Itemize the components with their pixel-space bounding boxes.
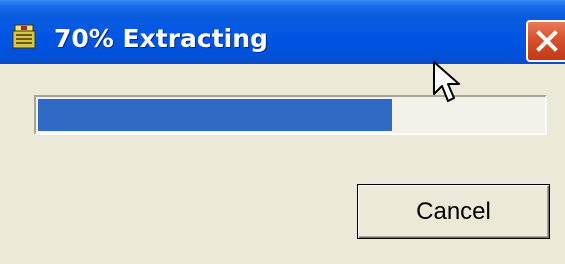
archive-extract-icon [12, 24, 36, 50]
title-bar[interactable]: 70% Extracting [0, 0, 565, 64]
extract-progress-dialog: 70% Extracting Cancel [0, 0, 565, 264]
close-button[interactable] [526, 20, 565, 62]
cancel-button[interactable]: Cancel [357, 184, 550, 239]
extraction-progress-bar [34, 95, 547, 135]
close-icon [536, 30, 558, 52]
progress-fill [38, 99, 392, 131]
window-title: 70% Extracting [54, 24, 268, 53]
mouse-pointer-icon [433, 61, 460, 102]
